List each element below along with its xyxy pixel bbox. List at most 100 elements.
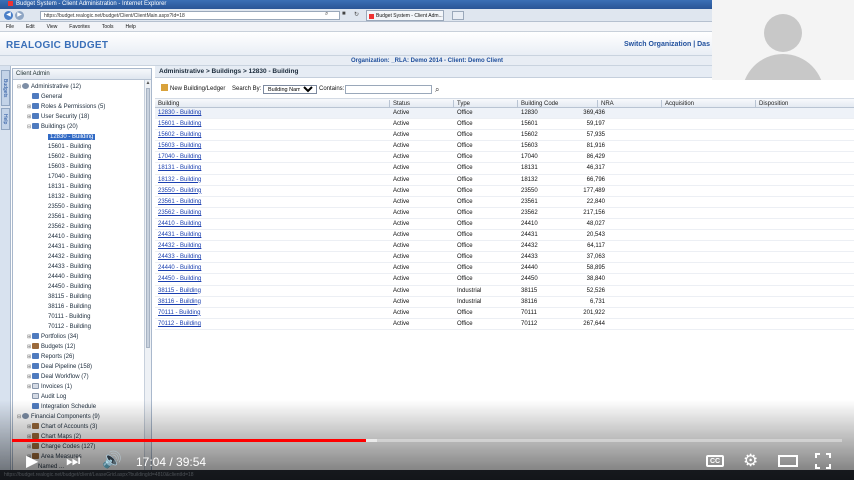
- menu-tools[interactable]: Tools: [102, 22, 114, 32]
- building-link[interactable]: 12830 - Building: [158, 108, 201, 119]
- tree-node[interactable]: ⊟ Administrative (12): [17, 82, 81, 92]
- side-tab-budgets[interactable]: Budgets: [1, 70, 10, 106]
- search-input[interactable]: [345, 85, 432, 94]
- address-bar[interactable]: https://budget.realogic.net/budget/Clien…: [40, 11, 340, 20]
- tree-node[interactable]: 70112 - Building: [43, 322, 91, 332]
- menu-view[interactable]: View: [47, 22, 58, 32]
- column-separator[interactable]: [597, 100, 598, 108]
- tree-node[interactable]: 24410 - Building: [43, 232, 91, 242]
- tree-node[interactable]: ⊟ Buildings (20): [27, 122, 78, 132]
- menu-file[interactable]: File: [6, 22, 14, 32]
- table-row[interactable]: 70111 - Building Active Office 70111 201,922: [155, 308, 854, 319]
- tree-node[interactable]: 15601 - Building: [43, 142, 91, 152]
- building-link[interactable]: 24431 - Building: [158, 230, 201, 241]
- building-link[interactable]: 24450 - Building: [158, 274, 201, 285]
- play-icon[interactable]: ▶: [26, 454, 38, 470]
- table-row[interactable]: 38115 - Building Active Industrial 38115 52,…: [155, 286, 854, 297]
- tree-node[interactable]: 15603 - Building: [43, 162, 91, 172]
- building-link[interactable]: 17040 - Building: [158, 152, 201, 163]
- table-row[interactable]: 23550 - Building Active Office 23550 177,489: [155, 186, 854, 197]
- building-link[interactable]: 38115 - Building: [158, 286, 201, 297]
- table-row[interactable]: 24450 - Building Active Office 24450 38,840: [155, 274, 854, 286]
- column-separator[interactable]: [661, 100, 662, 108]
- tree-node[interactable]: ⊞ Charge Codes (127): [27, 442, 95, 452]
- tree-scrollbar[interactable]: ▲: [144, 80, 151, 475]
- tree-node[interactable]: ⊞ Reports (26): [27, 352, 74, 362]
- forward-icon[interactable]: ▶: [15, 11, 24, 20]
- table-row[interactable]: 24431 - Building Active Office 24431 20,543: [155, 230, 854, 242]
- column-separator[interactable]: [517, 100, 518, 108]
- column-separator[interactable]: [389, 100, 390, 108]
- tree-node[interactable]: ⊞ Deal Workflow (7): [27, 372, 89, 382]
- building-link[interactable]: 23561 - Building: [158, 197, 201, 208]
- building-link[interactable]: 15603 - Building: [158, 141, 201, 152]
- scroll-thumb[interactable]: [146, 88, 150, 348]
- tree-node[interactable]: Audit Log: [27, 392, 66, 402]
- tree-node[interactable]: 12830 - Building: [43, 132, 96, 142]
- tree-node[interactable]: 24431 - Building: [43, 242, 91, 252]
- side-tab-help[interactable]: Help: [1, 108, 10, 130]
- table-row[interactable]: 38116 - Building Active Industrial 38116 6,7…: [155, 297, 854, 308]
- tree-node[interactable]: 24433 - Building: [43, 262, 91, 272]
- menu-help[interactable]: Help: [125, 22, 135, 32]
- tree-node[interactable]: General: [27, 92, 62, 102]
- search-icon[interactable]: ⌕: [325, 11, 328, 18]
- table-row[interactable]: 24433 - Building Active Office 24433 37,063: [155, 252, 854, 264]
- building-link[interactable]: 70112 - Building: [158, 319, 201, 330]
- building-link[interactable]: 23550 - Building: [158, 186, 201, 197]
- table-row[interactable]: 15602 - Building Active Office 15602 57,935: [155, 130, 854, 142]
- theater-mode-icon[interactable]: [778, 455, 798, 467]
- menu-edit[interactable]: Edit: [26, 22, 35, 32]
- tree-node[interactable]: ⊞ Roles & Permissions (5): [27, 102, 105, 112]
- new-building-button[interactable]: New Building/Ledger: [161, 83, 225, 95]
- tree-node[interactable]: ⊞ Invoices (1): [27, 382, 72, 392]
- switch-organization-link[interactable]: Switch Organization | Das: [624, 41, 710, 48]
- building-link[interactable]: 15601 - Building: [158, 119, 201, 130]
- scroll-up-icon[interactable]: ▲: [145, 80, 151, 86]
- tree-node[interactable]: 23550 - Building: [43, 202, 91, 212]
- tree-node[interactable]: ⊞ Budgets (12): [27, 342, 75, 352]
- tree-node[interactable]: ⊟ Financial Components (9): [17, 412, 100, 422]
- settings-icon[interactable]: ⚙: [743, 452, 758, 469]
- table-row[interactable]: 70112 - Building Active Office 70112 267,644: [155, 319, 854, 330]
- tree-node[interactable]: ⊞ Chart of Accounts (3): [27, 422, 97, 432]
- back-icon[interactable]: ◀: [4, 11, 13, 20]
- building-link[interactable]: 70111 - Building: [158, 308, 200, 319]
- menu-favorites[interactable]: Favorites: [69, 22, 90, 32]
- tree-node[interactable]: 38115 - Building: [43, 292, 91, 302]
- table-row[interactable]: 23561 - Building Active Office 23561 22,840: [155, 197, 854, 208]
- table-row[interactable]: 15601 - Building Active Office 15601 59,197: [155, 119, 854, 131]
- tree-node[interactable]: 38116 - Building: [43, 302, 91, 312]
- table-row[interactable]: 18132 - Building Active Office 18132 66,796: [155, 175, 854, 186]
- next-icon[interactable]: ⏭: [66, 454, 80, 470]
- building-link[interactable]: 18131 - Building: [158, 163, 201, 174]
- tree-node[interactable]: 24432 - Building: [43, 252, 91, 262]
- tree-node[interactable]: 24450 - Building: [43, 282, 91, 292]
- tree-node[interactable]: 17040 - Building: [43, 172, 91, 182]
- new-tab-button[interactable]: [452, 11, 464, 20]
- tree-node[interactable]: 18132 - Building: [43, 192, 91, 202]
- tree-node[interactable]: 70111 - Building: [43, 312, 90, 322]
- table-row[interactable]: 24432 - Building Active Office 24432 64,117: [155, 241, 854, 253]
- building-link[interactable]: 24432 - Building: [158, 241, 201, 252]
- table-row[interactable]: 17040 - Building Active Office 17040 86,429: [155, 152, 854, 164]
- search-by-select[interactable]: Building Name: [263, 85, 317, 94]
- building-link[interactable]: 24440 - Building: [158, 263, 201, 274]
- table-row[interactable]: 23562 - Building Active Office 23562 217,156: [155, 208, 854, 219]
- table-row[interactable]: 12830 - Building Active Office 12830 369,436: [155, 108, 854, 120]
- tree-node[interactable]: 18131 - Building: [43, 182, 91, 192]
- refresh-icon[interactable]: ↻: [354, 11, 359, 18]
- table-row[interactable]: 18131 - Building Active Office 18131 46,317: [155, 163, 854, 175]
- tree-node[interactable]: ⊞ Deal Pipeline (158): [27, 362, 92, 372]
- tree-node[interactable]: Integration Schedule: [27, 402, 96, 412]
- building-link[interactable]: 24433 - Building: [158, 252, 201, 263]
- column-separator[interactable]: [453, 100, 454, 108]
- search-icon[interactable]: ⌕: [435, 84, 439, 96]
- table-row[interactable]: 15603 - Building Active Office 15603 81,916: [155, 141, 854, 153]
- tree-node[interactable]: 23562 - Building: [43, 222, 91, 232]
- browser-tab[interactable]: Budget System - Client Adm...: [366, 10, 444, 21]
- building-link[interactable]: 15602 - Building: [158, 130, 201, 141]
- volume-icon[interactable]: 🔊: [102, 453, 122, 469]
- tree-node[interactable]: ⊞ Portfolios (34): [27, 332, 78, 342]
- tree-node[interactable]: 24440 - Building: [43, 272, 91, 282]
